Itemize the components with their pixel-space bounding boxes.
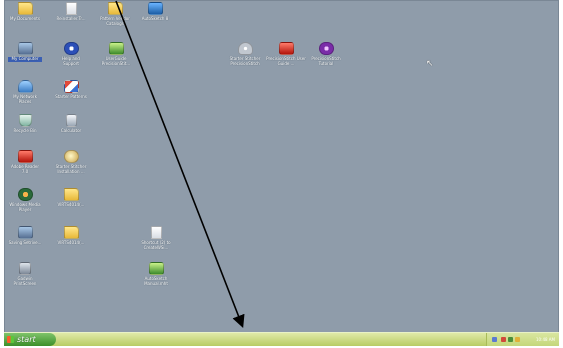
desktop-icon-label: AutoSketch 8 [141, 16, 169, 21]
desktop-icon-help-and-support[interactable]: Help and Support [54, 42, 88, 66]
folder-icon [107, 2, 123, 15]
desktop[interactable]: My Documents Reinstaller.Tr... Pattern V… [4, 0, 559, 346]
desktop-icon-shortcut-createwsi[interactable]: Shortcut (2) to CreateWSi... [136, 226, 176, 250]
desktop-icon-autosketch[interactable]: AutoSketch 8 [138, 2, 172, 22]
document-icon [150, 226, 162, 239]
desktop-icon-my-documents[interactable]: My Documents [8, 2, 42, 22]
desktop-icon-precisionstitch-user-guide[interactable]: PrecisionStitch User Guide ... [266, 42, 306, 66]
windows-logo-icon [7, 336, 14, 343]
tray-volume-icon[interactable] [515, 337, 520, 342]
start-label: start [17, 335, 36, 344]
desktop-icon-starter-patterns[interactable]: Starter Patterns [54, 80, 88, 100]
desktop-icon-saving-setrive[interactable]: Saving Setrive... [8, 226, 42, 246]
desktop-icon-label: VIRTS4014(... [57, 240, 85, 245]
stitcher-icon [63, 150, 79, 163]
desktop-icon-my-network-places[interactable]: My Network Places [8, 80, 42, 104]
desktop-icon-my-computer[interactable]: My Computer [8, 42, 42, 62]
desktop-icon-adobe-reader[interactable]: Adobe Reader 7.0 [8, 150, 42, 174]
desktop-icon-starter-stitcher-precisionstitch[interactable]: Starter Stitcher PrecisionStitch [224, 42, 266, 66]
taskbar[interactable]: start 10:48 AM [4, 332, 559, 346]
desktop-icon-label: My Documents [10, 16, 40, 21]
desktop-icon-precisionstitch-tutorial[interactable]: PrecisionStitch Tutorial [306, 42, 346, 66]
autosketch-icon [147, 2, 163, 15]
desktop-icon-windows-media-player[interactable]: Windows Media Player [8, 188, 42, 212]
desktop-icon-virts4014-1[interactable]: VIRTS4014(... [54, 188, 88, 208]
tray-alert-icon[interactable] [501, 337, 506, 342]
desktop-icon-label: Recycle Bin [13, 128, 37, 133]
desktop-icon-label: PrecisionStitch Tutorial [311, 56, 341, 66]
desktop-icon-reinstaller[interactable]: Reinstaller.Tr... [54, 2, 88, 22]
desktop-icon-label: Shortcut (2) to CreateWSi... [141, 240, 171, 250]
tray-network-icon[interactable] [492, 337, 497, 342]
media-player-icon [17, 188, 33, 201]
desktop-icon-label: Help and Support [62, 56, 80, 66]
help-icon [63, 42, 79, 55]
start-button[interactable]: start [4, 333, 56, 346]
desktop-icon-gadwin-printscreen[interactable]: Gadwin PrintScreen [8, 262, 42, 286]
shortcut-icon [17, 226, 33, 239]
desktop-icon-label: Saving Setrive... [8, 240, 42, 245]
desktop-icon-label: AutoSketch Manual.mht [144, 276, 168, 286]
calculator-icon [65, 114, 77, 127]
document-icon [65, 2, 77, 15]
stitcher-icon [237, 42, 253, 55]
folder-icon [63, 226, 79, 239]
desktop-icon-virts4014-2[interactable]: VIRTS4014(... [54, 226, 88, 246]
desktop-icon-label: Starter Stitcher PrecisionStitch [229, 56, 261, 66]
desktop-icon-label: UserGuide PrecisionStit... [101, 56, 131, 66]
desktop-icon-label: My Computer [8, 56, 42, 62]
desktop-icon-label: VIRTS4014(... [57, 202, 85, 207]
desktop-icon-label: Gadwin PrintScreen [13, 276, 37, 286]
folder-icon [63, 188, 79, 201]
network-icon [17, 80, 33, 93]
desktop-icon-userguide-precisionstitch[interactable]: UserGuide PrecisionStit... [96, 42, 136, 66]
desktop-icon-recycle-bin[interactable]: Recycle Bin [8, 114, 42, 134]
folder-icon [17, 2, 33, 15]
tray-security-icon[interactable] [508, 337, 513, 342]
mouse-cursor-icon: ↖ [426, 59, 434, 69]
desktop-icon-label: Starter Stitcher Installation ... [55, 164, 87, 174]
document-icon [108, 42, 124, 55]
system-tray[interactable]: 10:48 AM [486, 333, 559, 346]
tutorial-icon [318, 42, 334, 55]
pdf-icon [278, 42, 294, 55]
desktop-icon-label: Pattern Vendor Catalogs [100, 16, 130, 26]
desktop-icon-label: Starter Patterns [55, 94, 87, 99]
desktop-icon-label: PrecisionStitch User Guide ... [266, 56, 306, 66]
pattern-icon [63, 80, 79, 93]
document-icon [148, 262, 164, 275]
desktop-icon-label: Calculator [60, 128, 82, 133]
desktop-icon-label: Adobe Reader 7.0 [10, 164, 40, 174]
recycle-bin-icon [18, 114, 32, 127]
desktop-icon-starter-stitcher-installation[interactable]: Starter Stitcher Installation ... [54, 150, 88, 174]
taskbar-clock[interactable]: 10:48 AM [536, 333, 555, 346]
computer-icon [17, 42, 33, 55]
camera-icon [19, 262, 31, 275]
desktop-icon-pattern-vendor-catalogs[interactable]: Pattern Vendor Catalogs [96, 2, 134, 26]
desktop-icon-label: My Network Places [13, 94, 37, 104]
desktop-icon-label: Reinstaller.Tr... [56, 16, 86, 21]
desktop-icon-label: Windows Media Player [9, 202, 41, 212]
adobe-reader-icon [17, 150, 33, 163]
desktop-icon-calculator[interactable]: Calculator [54, 114, 88, 134]
desktop-icon-autosketch-manual[interactable]: AutoSketch Manual.mht [136, 262, 176, 286]
